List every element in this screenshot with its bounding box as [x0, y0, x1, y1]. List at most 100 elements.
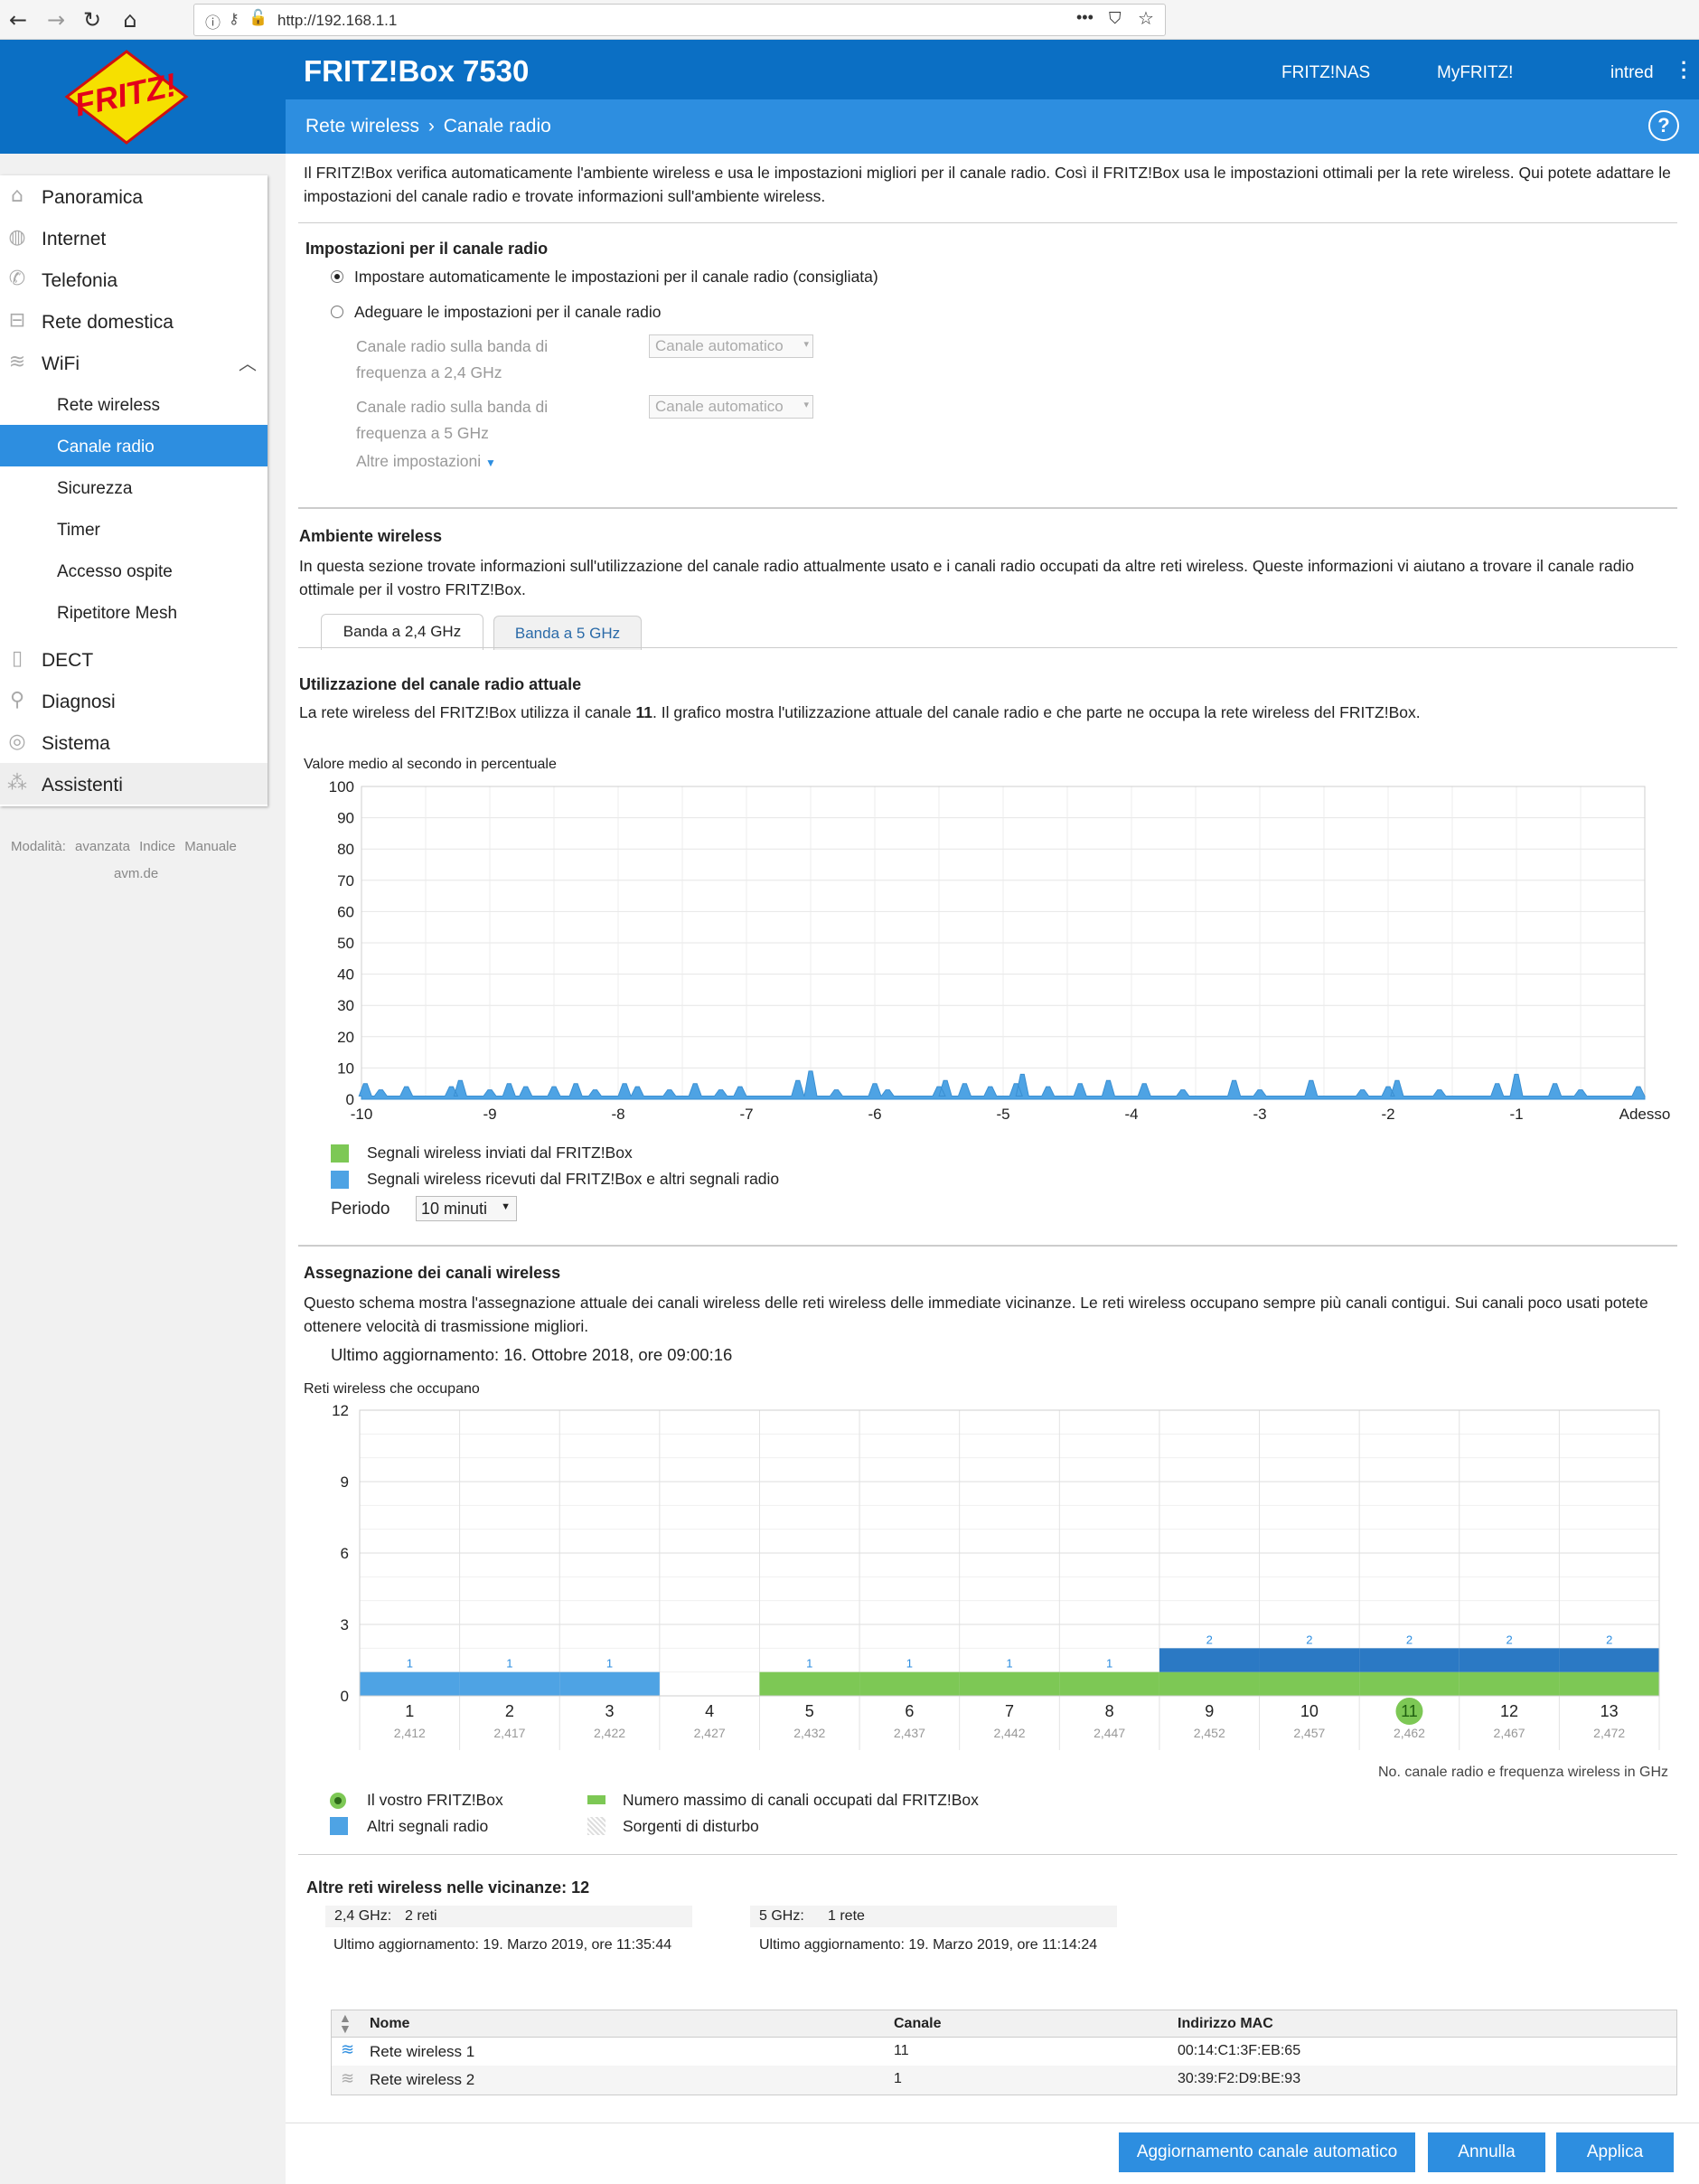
sidebar-item-telefonia[interactable]: ✆ Telefonia: [0, 259, 268, 300]
channel-bar-fritzbox: [1359, 1671, 1460, 1696]
myfritz-link[interactable]: MyFRITZ!: [1437, 63, 1513, 83]
bookmark-star-icon[interactable]: ☆: [1138, 7, 1154, 29]
table-row[interactable]: ≋ Rete wireless 1 11 00:14:C1:3F:EB:65: [332, 2038, 1676, 2066]
col-header-name[interactable]: Nome: [370, 2016, 409, 2032]
wifi-signal-icon: ≋: [341, 2069, 355, 2088]
usage-text: La rete wireless del FRITZ!Box utilizza …: [299, 701, 1421, 724]
divider: [298, 222, 1677, 223]
key-icon[interactable]: ⚷: [229, 10, 239, 27]
sidebar-subitem-ripetitore-mesh[interactable]: Ripetitore Mesh: [0, 591, 268, 633]
channel-axis-caption: No. canale radio e frequenza wireless in…: [1378, 1765, 1669, 1780]
assignment-heading: Assegnazione dei canali wireless: [304, 1264, 561, 1282]
fritz-logo[interactable]: FRITZ!: [63, 50, 190, 145]
sidebar-subitem-timer[interactable]: Timer: [0, 508, 268, 550]
mode-link[interactable]: Modalità: avanzata: [11, 839, 130, 854]
nearby-5-value: 1 rete: [828, 1908, 865, 1924]
channel-bar-other: [1359, 1648, 1460, 1672]
period-select-value: 10 minuti: [421, 1200, 488, 1218]
network-mac: 30:39:F2:D9:BE:93: [1178, 2071, 1301, 2086]
tab-band-5[interactable]: Banda a 5 GHz: [493, 616, 642, 650]
fritznas-link[interactable]: FRITZ!NAS: [1281, 63, 1370, 83]
user-menu-icon[interactable]: · · ·: [1681, 53, 1687, 88]
radio-auto[interactable]: [331, 270, 343, 283]
radio-auto-label[interactable]: Impostare automaticamente le impostazion…: [354, 265, 878, 288]
period-select[interactable]: 10 minuti ▼: [416, 1196, 517, 1221]
channel-bar-fritzbox: [859, 1671, 960, 1696]
reload-icon[interactable]: ↻: [78, 5, 107, 34]
band5-channel-select[interactable]: Canale automatico ▾: [649, 395, 813, 419]
channel-bar-fritzbox: [959, 1671, 1060, 1696]
channel-bar-value-label: 2: [1506, 1633, 1512, 1646]
band24-channel-select[interactable]: Canale automatico ▾: [649, 334, 813, 358]
sort-icon[interactable]: ▲ ▼: [339, 2011, 352, 2035]
channel-x-tick-label: 12: [1500, 1702, 1518, 1720]
channel-chart: 036912112,412122,417132,42242,427152,432…: [332, 1402, 1660, 1750]
col-header-channel[interactable]: Canale: [894, 2016, 941, 2032]
band5-select-value: Canale automatico: [655, 398, 784, 415]
sidebar-item-dect[interactable]: ▯ DECT: [0, 638, 268, 680]
more-settings-link[interactable]: Altre impostazioni ▼: [356, 449, 496, 475]
sidebar-item-assistenti[interactable]: ⁂ Assistenti: [0, 763, 268, 805]
sidebar-item-rete-domestica[interactable]: ⊟ Rete domestica: [0, 300, 268, 342]
cancel-button[interactable]: Annulla: [1428, 2132, 1545, 2172]
sidebar-item-sistema[interactable]: ◎ Sistema: [0, 721, 268, 763]
sidebar-item-diagnosi[interactable]: ⚲ Diagnosi: [0, 680, 268, 721]
tab-band-24[interactable]: Banda a 2,4 GHz: [321, 614, 483, 650]
sidebar-item-wifi[interactable]: ≋ WiFi ︿: [0, 342, 268, 383]
usage-y-tick-label: 20: [337, 1029, 354, 1046]
auto-channel-update-button[interactable]: Aggiornamento canale automatico: [1119, 2132, 1415, 2172]
channel-frequency-label: 2,437: [894, 1726, 925, 1740]
divider: [298, 507, 1677, 509]
chevron-up-icon[interactable]: ︿: [239, 349, 257, 375]
channel-bar-other: [1459, 1648, 1560, 1672]
sidebar-item-panoramica[interactable]: ⌂ Panoramica: [0, 175, 268, 217]
channel-x-tick-label: 8: [1105, 1702, 1114, 1720]
sidebar-subitem-canale-radio[interactable]: Canale radio: [0, 425, 268, 466]
forward-icon[interactable]: →: [42, 5, 70, 34]
usage-x-tick-label: -8: [611, 1106, 624, 1123]
insecure-lock-icon[interactable]: 🔓: [249, 9, 268, 27]
usage-y-tick-label: 30: [337, 997, 354, 1014]
sidebar-subitem-accesso-ospite[interactable]: Accesso ospite: [0, 550, 268, 591]
channel-bar-value-label: 2: [1206, 1633, 1213, 1646]
channel-frequency-label: 2,472: [1593, 1726, 1625, 1740]
info-icon[interactable]: ⓘ: [205, 10, 221, 33]
sidebar-subitem-sicurezza[interactable]: Sicurezza: [0, 466, 268, 508]
breadcrumb-parent[interactable]: Rete wireless: [305, 116, 419, 136]
channel-frequency-label: 2,442: [993, 1726, 1025, 1740]
divider: [298, 1245, 1677, 1247]
sidebar-subitem-rete-wireless[interactable]: Rete wireless: [0, 383, 268, 425]
back-icon[interactable]: ←: [4, 5, 33, 34]
col-header-mac[interactable]: Indirizzo MAC: [1178, 2016, 1273, 2032]
channel-x-tick-label: 7: [1005, 1702, 1014, 1720]
url-text[interactable]: http://192.168.1.1: [277, 12, 397, 30]
legend-sent-label: Segnali wireless inviati dal FRITZ!Box: [367, 1144, 633, 1162]
help-icon[interactable]: ?: [1648, 110, 1679, 141]
channel-x-tick-label: 6: [905, 1702, 914, 1720]
nearby-24-label: 2,4 GHz:: [334, 1908, 392, 1924]
radio-manual[interactable]: [331, 306, 343, 318]
channel-x-tick-label: 10: [1300, 1702, 1319, 1720]
table-row[interactable]: ≋ Rete wireless 2 1 30:39:F2:D9:BE:93: [332, 2066, 1676, 2095]
home-icon[interactable]: ⌂: [116, 5, 145, 34]
index-link[interactable]: Indice: [139, 839, 175, 854]
url-bar[interactable]: ⓘ ⚷ 🔓 http://192.168.1.1 ••• ⛉ ☆: [193, 4, 1166, 36]
pocket-icon[interactable]: ⛉: [1109, 9, 1122, 28]
apply-button[interactable]: Applica: [1556, 2132, 1674, 2172]
radio-manual-label[interactable]: Adeguare le impostazioni per il canale r…: [354, 300, 662, 324]
legend-own-box-label: Il vostro FRITZ!Box: [367, 1791, 503, 1809]
avm-link[interactable]: avm.de: [114, 866, 158, 881]
manual-link[interactable]: Manuale: [184, 839, 237, 854]
channel-y-tick-label: 12: [332, 1402, 349, 1419]
channel-bar-value-label: 1: [1006, 1657, 1012, 1671]
usage-text-pre: La rete wireless del FRITZ!Box utilizza …: [299, 703, 636, 721]
usage-x-tick-label: -9: [483, 1106, 496, 1123]
usage-text-post: . Il grafico mostra l'utilizzazione attu…: [652, 703, 1421, 721]
sidebar-item-internet[interactable]: ◍ Internet: [0, 217, 268, 259]
usage-chart: 0102030405060708090100-10 -9 -8 -7 -6 -5 -4 -3-…: [329, 778, 1671, 1123]
channel-bar-fritzbox: [759, 1671, 860, 1696]
user-name[interactable]: intred: [1610, 63, 1654, 83]
more-icon[interactable]: •••: [1076, 8, 1094, 27]
usage-y-tick-label: 90: [337, 810, 354, 827]
chevron-down-icon: ▾: [803, 339, 809, 350]
